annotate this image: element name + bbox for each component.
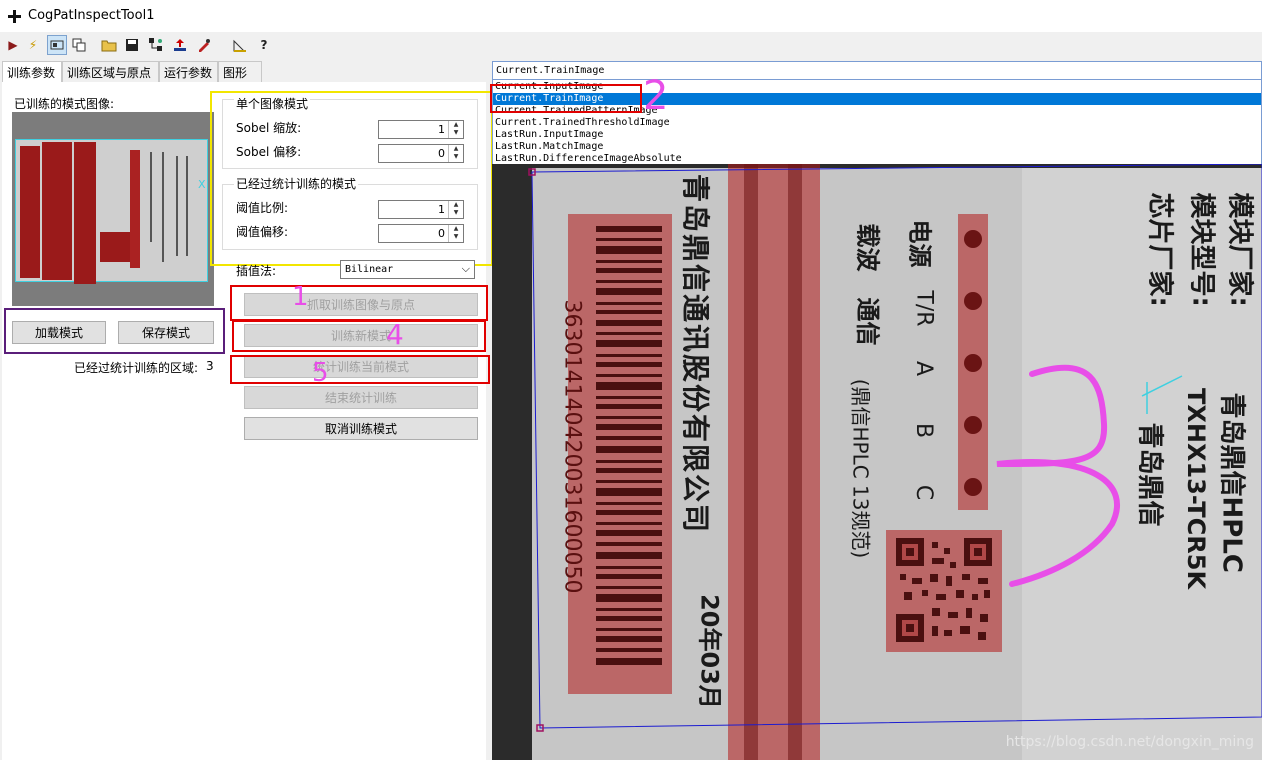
chevron-down-icon: ⌵ <box>461 262 470 275</box>
measure-icon[interactable] <box>230 35 250 55</box>
image-display[interactable]: 363014140420031600050 青岛鼎信通讯股份有限公司 20年03… <box>492 164 1262 760</box>
tab-run-params[interactable]: 运行参数 <box>159 61 218 82</box>
window-title: CogPatInspectTool1 <box>28 8 155 23</box>
run-icon[interactable]: ▶ <box>3 35 23 55</box>
stat-count-label: 已经过统计训练的区域: <box>74 361 199 375</box>
train-params-panel: 已训练的模式图像: X 加载模式 保存模式 已经过统计训练的区域: 3 单个图像… <box>2 82 493 760</box>
interp-label: 插值法: <box>236 264 277 278</box>
load-pattern-button[interactable]: 加载模式 <box>12 321 106 344</box>
trained-pattern-label: 已训练的模式图像: <box>14 97 115 111</box>
tab-graphics[interactable]: 图形 <box>218 61 262 82</box>
network-icon[interactable] <box>146 35 166 55</box>
list-item[interactable]: LastRun.MatchImage <box>495 141 603 153</box>
end-stat-train-button[interactable]: 结束统计训练 <box>244 386 478 409</box>
image-selector-combo[interactable]: Current.TrainImage <box>492 61 1262 80</box>
params-highlight <box>210 91 493 266</box>
trained-pattern-thumbnail: X <box>12 112 214 306</box>
save-icon[interactable] <box>122 35 142 55</box>
app-icon <box>8 10 21 23</box>
tab-train-params[interactable]: 训练参数 <box>2 61 62 83</box>
tab-train-region[interactable]: 训练区域与原点 <box>62 61 159 82</box>
annotation-2: 2 <box>643 73 669 119</box>
cancel-train-button[interactable]: 取消训练模式 <box>244 417 478 440</box>
display-icon[interactable] <box>47 35 67 55</box>
electric-icon[interactable]: ⚡ <box>23 35 43 55</box>
open-folder-icon[interactable] <box>99 35 119 55</box>
watermark: https://blog.csdn.net/dongxin_ming <box>1005 734 1254 750</box>
annotation-4: 4 <box>386 318 404 351</box>
grab-highlight <box>230 285 488 321</box>
train-image-highlight <box>490 84 642 113</box>
title-bar: CogPatInspectTool1 <box>0 0 1262 32</box>
upload-icon[interactable] <box>170 35 190 55</box>
annotation-1: 1 <box>292 282 309 312</box>
origin-marker: X <box>198 178 206 191</box>
copy-icon[interactable] <box>69 35 89 55</box>
train-region-overlay <box>528 164 1262 732</box>
help-icon[interactable]: ? <box>254 35 274 55</box>
train-new-highlight <box>232 320 486 352</box>
interp-value: Bilinear <box>345 264 394 275</box>
stat-count-value: 3 <box>206 359 214 373</box>
stat-train-highlight <box>230 355 490 384</box>
list-item[interactable]: LastRun.InputImage <box>495 129 603 141</box>
image-selector-value: Current.TrainImage <box>496 65 605 76</box>
image-selector-list: Current.InputImage Current.TrainImage Cu… <box>490 73 1262 164</box>
settings-tool-icon[interactable] <box>194 35 214 55</box>
save-pattern-button[interactable]: 保存模式 <box>118 321 214 344</box>
interp-select[interactable]: Bilinear ⌵ <box>340 260 475 279</box>
annotation-5: 5 <box>312 358 329 388</box>
